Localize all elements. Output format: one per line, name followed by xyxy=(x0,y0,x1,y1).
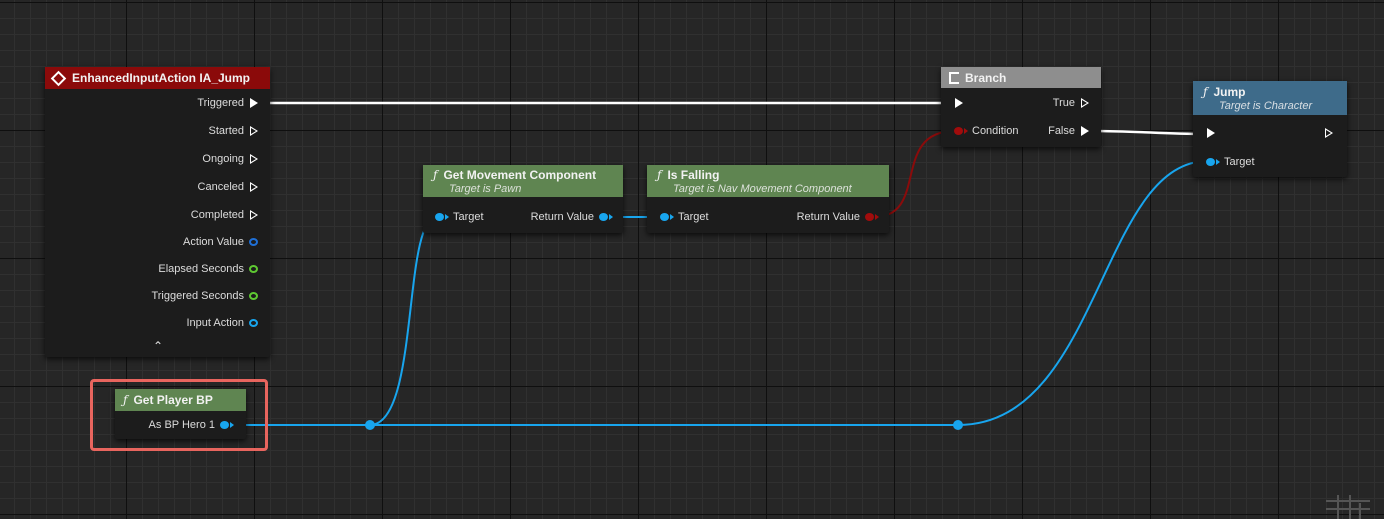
object-pin-icon[interactable] xyxy=(435,213,444,221)
pin-isf-target[interactable]: Target xyxy=(660,211,709,223)
exec-pin-hollow-icon[interactable] xyxy=(250,182,258,192)
pin-gmc-return[interactable]: Return Value xyxy=(531,211,613,223)
object-pin-icon[interactable] xyxy=(599,213,608,221)
pin-branch-exec-in[interactable] xyxy=(955,98,963,108)
pin-jump-exec-in[interactable] xyxy=(1207,128,1215,138)
pin-triggered-label: Triggered xyxy=(197,97,244,109)
selection-highlight-box xyxy=(90,379,268,451)
pin-branch-condition-label: Condition xyxy=(972,125,1019,137)
pin-completed[interactable]: Completed xyxy=(191,209,258,221)
node-jump[interactable]: ƒ Jump Target is Character Target xyxy=(1193,81,1347,177)
object-pin-icon[interactable] xyxy=(660,213,669,221)
object-wire-hero-to-getmovement[interactable] xyxy=(369,216,438,426)
exec-pin-hollow-icon[interactable] xyxy=(250,154,258,164)
exec-pin-filled-icon[interactable] xyxy=(955,98,963,108)
pin-isf-return[interactable]: Return Value xyxy=(797,211,879,223)
node-jump-subtitle: Target is Character xyxy=(1219,99,1313,112)
object-pin-icon[interactable] xyxy=(249,319,258,327)
function-icon: ƒ xyxy=(1203,84,1208,99)
exec-wire-false-to-jump[interactable] xyxy=(1091,129,1206,136)
node-is-falling-header[interactable]: ƒ Is Falling Target is Nav Movement Compo… xyxy=(647,165,889,197)
reroute-knot-right[interactable] xyxy=(953,420,963,430)
pin-gmc-target-label: Target xyxy=(453,211,484,223)
pin-started-label: Started xyxy=(208,125,244,137)
node-is-falling-title: Is Falling xyxy=(667,167,720,182)
pin-elapsed-seconds[interactable]: Elapsed Seconds xyxy=(158,263,258,275)
node-get-movement-title: Get Movement Component xyxy=(443,167,597,182)
node-get-movement-component[interactable]: ƒ Get Movement Component Target is Pawn T… xyxy=(423,165,623,233)
reroute-knot-left[interactable] xyxy=(365,420,375,430)
node-get-movement-header[interactable]: ƒ Get Movement Component Target is Pawn xyxy=(423,165,623,197)
exec-pin-hollow-icon[interactable] xyxy=(1325,128,1333,138)
node-is-falling-subtitle: Target is Nav Movement Component xyxy=(673,182,852,195)
pin-jump-exec-out[interactable] xyxy=(1325,128,1333,138)
pin-jump-target-label: Target xyxy=(1224,156,1255,168)
pin-started[interactable]: Started xyxy=(209,125,258,137)
node-ia-jump-header[interactable]: EnhancedInputAction IA_Jump xyxy=(45,67,270,89)
pin-isf-target-label: Target xyxy=(678,211,709,223)
float-pin-icon[interactable] xyxy=(249,265,258,273)
exec-pin-filled-icon[interactable] xyxy=(1081,126,1089,136)
exec-pin-hollow-icon[interactable] xyxy=(250,126,258,136)
node-ia-jump[interactable]: EnhancedInputAction IA_Jump Triggered St… xyxy=(45,67,270,357)
pin-branch-false-label: False xyxy=(1048,125,1075,137)
bool-pin-icon[interactable] xyxy=(954,127,963,135)
pin-jump-target[interactable]: Target xyxy=(1206,156,1255,168)
node-jump-header[interactable]: ƒ Jump Target is Character xyxy=(1193,81,1347,115)
pin-branch-true[interactable]: True xyxy=(1053,97,1089,109)
pin-action-value[interactable]: Action Value xyxy=(183,236,258,248)
pin-canceled-label: Canceled xyxy=(197,181,244,193)
pin-triggered-seconds-label: Triggered Seconds xyxy=(151,290,244,302)
node-branch[interactable]: Branch Condition True False xyxy=(941,67,1101,147)
pin-ongoing-label: Ongoing xyxy=(202,153,244,165)
float-pin-icon[interactable] xyxy=(249,292,258,300)
exec-pin-hollow-icon[interactable] xyxy=(1081,98,1089,108)
pin-input-action-label: Input Action xyxy=(186,317,245,329)
object-pin-icon[interactable] xyxy=(1206,158,1215,166)
function-icon: ƒ xyxy=(657,167,662,182)
pin-input-action[interactable]: Input Action xyxy=(186,317,258,329)
pin-canceled[interactable]: Canceled xyxy=(198,181,258,193)
pin-action-value-label: Action Value xyxy=(183,236,244,248)
pin-gmc-target[interactable]: Target xyxy=(435,211,484,223)
pin-isf-return-label: Return Value xyxy=(796,211,860,223)
pin-branch-false[interactable]: False xyxy=(1048,125,1089,137)
node-get-movement-subtitle: Target is Pawn xyxy=(449,182,522,195)
node-branch-title: Branch xyxy=(965,70,1007,85)
event-diamond-icon xyxy=(50,70,67,86)
pin-triggered[interactable]: Triggered xyxy=(197,97,258,109)
exec-pin-hollow-icon[interactable] xyxy=(250,210,258,220)
node-branch-header[interactable]: Branch xyxy=(941,67,1101,88)
node-ia-jump-title: EnhancedInputAction IA_Jump xyxy=(72,71,251,85)
pin-branch-true-label: True xyxy=(1052,97,1075,109)
exec-pin-filled-icon[interactable] xyxy=(1207,128,1215,138)
pin-completed-label: Completed xyxy=(190,209,244,221)
collapse-caret-icon[interactable]: ⌃ xyxy=(152,340,164,352)
pin-gmc-return-label: Return Value xyxy=(530,211,594,223)
pin-elapsed-seconds-label: Elapsed Seconds xyxy=(158,263,244,275)
branch-icon xyxy=(949,71,959,84)
bool-pin-icon[interactable] xyxy=(865,213,874,221)
function-icon: ƒ xyxy=(433,167,438,182)
struct-pin-icon[interactable] xyxy=(249,238,258,246)
node-jump-title: Jump xyxy=(1213,84,1246,99)
pin-triggered-seconds[interactable]: Triggered Seconds xyxy=(151,290,258,302)
pin-ongoing[interactable]: Ongoing xyxy=(202,153,258,165)
exec-pin-filled-icon[interactable] xyxy=(250,98,258,108)
pin-branch-condition[interactable]: Condition xyxy=(954,125,1018,137)
node-is-falling[interactable]: ƒ Is Falling Target is Nav Movement Compo… xyxy=(647,165,889,233)
